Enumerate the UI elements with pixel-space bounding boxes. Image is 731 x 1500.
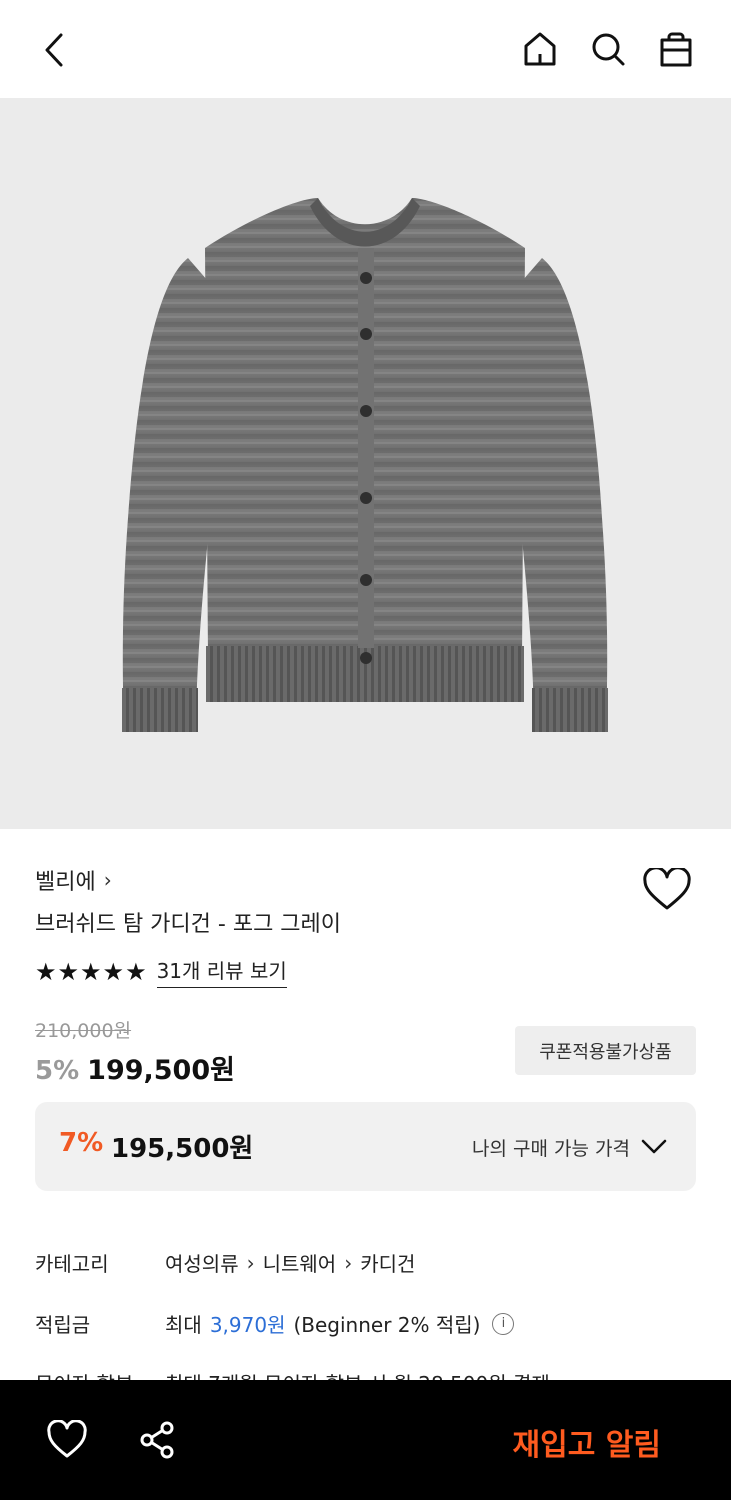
- points-value: 3,970원: [209, 1313, 286, 1337]
- home-icon[interactable]: [519, 26, 561, 72]
- discount-percent: 5%: [35, 1056, 80, 1086]
- my-price-value: 195,500원: [111, 1134, 254, 1164]
- coupon-badge: 쿠폰적용불가상품: [515, 1026, 696, 1075]
- shopping-bag-icon[interactable]: [655, 26, 697, 72]
- brand-link[interactable]: 벨리에 ›: [35, 864, 112, 896]
- rating-row: ★ ★ ★ ★ ★ 31개 리뷰 보기: [35, 955, 287, 988]
- heart-icon[interactable]: [46, 1419, 88, 1460]
- star-icon: ★: [102, 957, 125, 986]
- restock-alert-button[interactable]: 재입고 알림: [513, 1420, 661, 1464]
- star-icon: ★: [57, 957, 80, 986]
- sale-price-row: 5% 199,500원: [35, 1048, 235, 1087]
- search-icon[interactable]: [587, 26, 629, 72]
- chevron-right-icon: ›: [246, 1250, 255, 1275]
- my-price-label: 나의 구매 가능 가격: [472, 1138, 630, 1160]
- bottom-action-bar: 재입고 알림: [0, 1380, 731, 1500]
- review-link[interactable]: 31개 리뷰 보기: [156, 955, 287, 988]
- chevron-left-icon[interactable]: [34, 28, 74, 72]
- category-link-2[interactable]: 니트웨어: [263, 1248, 337, 1277]
- info-icon[interactable]: i: [492, 1312, 515, 1335]
- points-row: 적립금 최대 3,970원 (Beginner 2% 적립) i: [35, 1309, 515, 1338]
- cardigan-illustration: [122, 198, 608, 732]
- points-suffix: (Beginner 2% 적립): [293, 1313, 481, 1337]
- star-icon: ★: [80, 957, 102, 986]
- share-icon[interactable]: [138, 1420, 178, 1460]
- star-icon: ★: [125, 957, 147, 986]
- category-link-1[interactable]: 여성의류: [165, 1248, 239, 1277]
- star-icon: ★: [35, 957, 57, 986]
- my-price-percent: 7%: [59, 1128, 104, 1158]
- points-prefix: 최대: [165, 1313, 202, 1337]
- category-row: 카테고리 여성의류 › 니트웨어 › 카디건: [35, 1248, 415, 1277]
- my-price-box[interactable]: 7% 195,500원 나의 구매 가능 가격: [35, 1102, 696, 1191]
- category-link-3[interactable]: 카디건: [360, 1248, 415, 1277]
- brand-name: 벨리에: [35, 870, 96, 895]
- original-price: 210,000원: [35, 1020, 132, 1042]
- chevron-down-icon[interactable]: [640, 1134, 668, 1158]
- product-image[interactable]: [0, 98, 731, 829]
- product-name: 브러쉬드 탐 가디건 - 포그 그레이: [35, 912, 342, 937]
- chevron-right-icon: ›: [344, 1250, 353, 1275]
- rating-stars: ★ ★ ★ ★ ★: [35, 960, 147, 984]
- sale-price: 199,500원: [87, 1055, 235, 1086]
- category-key: 카테고리: [35, 1252, 109, 1276]
- product-detail-page: 벨리에 › 브러쉬드 탐 가디건 - 포그 그레이 ★ ★ ★ ★ ★ 31개 …: [0, 0, 731, 1500]
- chevron-right-icon: ›: [103, 868, 112, 892]
- top-app-bar: [0, 0, 731, 98]
- points-key: 적립금: [35, 1313, 91, 1337]
- wishlist-heart-icon[interactable]: [641, 866, 693, 914]
